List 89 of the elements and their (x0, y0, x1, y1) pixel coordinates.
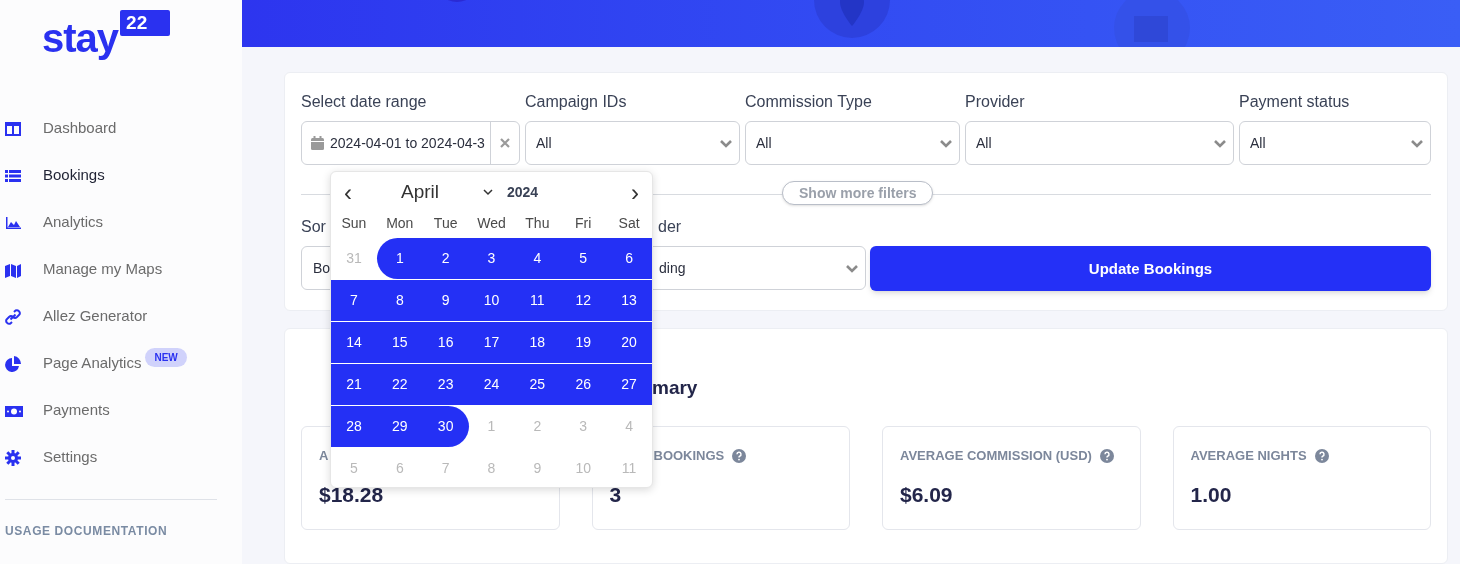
calendar-day[interactable]: 4 (514, 238, 561, 279)
field-label: Provider (965, 92, 1025, 113)
calendar-day[interactable]: 23 (422, 364, 469, 405)
calendar-day[interactable]: 8 (376, 280, 423, 321)
stat-label: AVERAGE NIGHTS (1190, 447, 1307, 465)
chevron-down-icon (845, 263, 859, 274)
previous-month-button[interactable]: ‹ (341, 180, 355, 205)
next-month-button[interactable]: › (628, 180, 642, 205)
update-bookings-button[interactable]: Update Bookings (870, 246, 1431, 292)
calendar-day[interactable]: 21 (331, 364, 377, 405)
field-label: Campaign IDs (525, 92, 627, 113)
calendar-day[interactable]: 18 (514, 322, 561, 363)
new-badge: NEW (145, 348, 187, 367)
calendar-day[interactable]: 19 (560, 322, 607, 363)
weekday-label: Sat (618, 214, 640, 233)
weekday-label: Sun (341, 214, 367, 233)
calendar-day[interactable]: 24 (468, 364, 515, 405)
calendar-day[interactable]: 16 (422, 322, 469, 363)
calendar-day[interactable]: 20 (606, 322, 652, 363)
calendar-day[interactable]: 17 (468, 322, 515, 363)
sidebar-item[interactable]: Analytics (0, 199, 242, 246)
field-label: Select date range (301, 92, 427, 113)
select-field[interactable]: All (745, 121, 960, 166)
field-label: Commission Type (745, 92, 872, 113)
field-label: Payment status (1239, 92, 1350, 113)
calendar-day[interactable]: 26 (560, 364, 607, 405)
date-range-field[interactable]: 2024-04-01 to 2024-04-3 (301, 121, 520, 166)
stat-value: 1.00 (1190, 483, 1232, 506)
calendar-day[interactable]: 25 (514, 364, 561, 405)
sidebar-item[interactable]: Page Analytics NEW (0, 340, 242, 387)
calendar-day[interactable]: 9 (422, 280, 469, 321)
list-icon (5, 167, 23, 184)
sidebar-item[interactable]: Settings (0, 434, 242, 481)
month-select[interactable]: April (401, 178, 493, 207)
sidebar-item[interactable]: Manage my Maps (0, 246, 242, 293)
stat-label: A (319, 447, 329, 465)
calendar-day[interactable]: 29 (376, 406, 423, 447)
settings-icon (5, 449, 23, 466)
calendar-day[interactable]: 1 (376, 238, 423, 279)
sidebar-item[interactable]: Bookings (0, 152, 242, 199)
weekday-label: Fri (575, 214, 592, 233)
chevron-down-icon (1213, 138, 1227, 149)
calendar-day[interactable]: 3 (468, 238, 515, 279)
logo-badge: 22 (120, 10, 171, 36)
calendar-day[interactable]: 12 (560, 280, 607, 321)
select-field[interactable]: All (525, 121, 740, 166)
calendar-day[interactable]: 2 (422, 238, 469, 279)
calendar-day[interactable]: 10 (468, 280, 515, 321)
calendar-day[interactable]: 7 (331, 280, 377, 321)
field-label: der (658, 217, 682, 238)
pie-chart-icon (5, 355, 23, 372)
calendar-day[interactable]: 11 (514, 280, 561, 321)
weekday-label: Tue (433, 214, 458, 233)
stat-value: $6.09 (900, 483, 953, 506)
calendar-day[interactable]: 27 (606, 364, 652, 405)
weekday-label: Mon (386, 214, 414, 233)
calendar-day[interactable]: 30 (422, 406, 469, 447)
calendar-day[interactable]: 22 (376, 364, 423, 405)
chevron-down-icon (1410, 138, 1424, 149)
calendar-icon (311, 136, 324, 151)
chevron-down-icon (719, 138, 733, 149)
section-heading: USAGE DOCUMENTATION (5, 523, 169, 540)
stat-label: AVERAGE COMMISSION (USD) (900, 447, 1092, 465)
calendar-day[interactable]: 28 (331, 406, 377, 447)
calendar-day[interactable]: 5 (560, 238, 607, 279)
select-field[interactable]: All (1239, 121, 1431, 166)
weekday-label: Wed (477, 214, 506, 233)
field-label: Sor (301, 217, 326, 238)
calendar-day[interactable]: 13 (606, 280, 652, 321)
calendar-day[interactable]: 14 (331, 322, 377, 363)
date-range-value: 2024-04-01 to 2024-04-3 (330, 133, 486, 153)
logo-wordmark: stay (42, 18, 119, 58)
area-chart-icon (5, 214, 23, 231)
sidebar-item[interactable]: Payments (0, 387, 242, 434)
year-field[interactable]: 2024 (507, 182, 539, 203)
link-icon (5, 308, 23, 325)
close-icon (500, 138, 510, 149)
section-heading: mary (652, 375, 698, 400)
caret-icon (483, 189, 493, 196)
dashboard-icon (5, 120, 23, 137)
sidebar-item[interactable]: Allez Generator (0, 293, 242, 340)
map-icon (5, 261, 23, 278)
stat-label: BOOKINGS (653, 447, 725, 465)
chevron-down-icon (939, 138, 953, 149)
select-field[interactable]: All (965, 121, 1234, 166)
sidebar-item[interactable]: Dashboard (0, 105, 242, 152)
calendar-day[interactable]: 6 (606, 238, 652, 279)
weekday-label: Thu (525, 214, 550, 233)
calendar-day[interactable]: 15 (376, 322, 423, 363)
